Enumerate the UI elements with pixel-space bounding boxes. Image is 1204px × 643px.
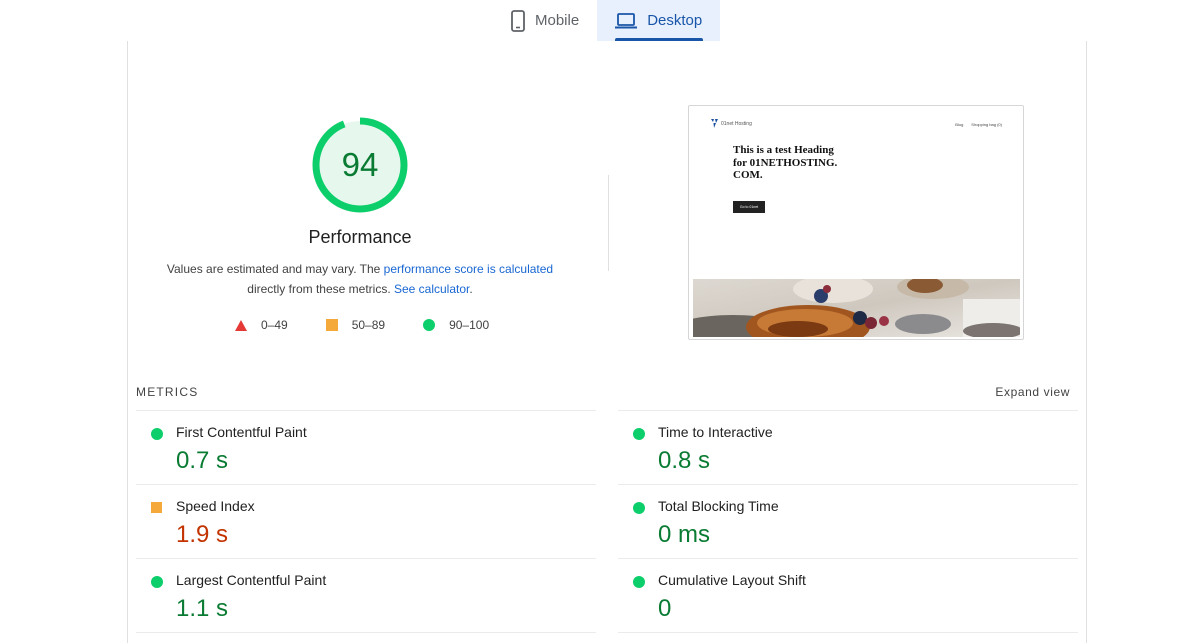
metric-name: Largest Contentful Paint [176, 572, 327, 588]
metric-name: Time to Interactive [658, 424, 773, 440]
report-panel: 94 Performance Values are estimated and … [127, 41, 1087, 643]
expand-view-toggle[interactable]: Expand view [995, 385, 1070, 399]
screenshot-logo-text: 01net Hosting [721, 120, 752, 127]
metric-speed-index[interactable]: Speed Index 1.9 s [136, 484, 596, 558]
final-screenshot[interactable]: 01net Hosting Blog Shopping bag (0) This… [688, 105, 1024, 340]
device-tabs: Mobile Desktop [501, 0, 721, 41]
tab-desktop[interactable]: Desktop [597, 0, 721, 41]
metric-value: 0.7 s [176, 447, 229, 474]
pass-circle-icon [151, 576, 163, 588]
desc-text: Values are estimated and may vary. The [166, 262, 384, 276]
see-calculator-link[interactable]: See calculator [394, 282, 469, 296]
metric-total-blocking-time[interactable]: Total Blocking Time 0 ms [618, 484, 1078, 558]
metrics-heading: METRICS [136, 385, 199, 399]
legend-fail-label: 0–49 [261, 318, 288, 332]
pass-circle-icon [633, 428, 645, 440]
screenshot-nav-blog: Blog [955, 122, 964, 127]
metrics-column-left: First Contentful Paint 0.7 s Speed Index… [136, 410, 596, 633]
tab-mobile-label: Mobile [535, 12, 580, 29]
pass-circle-icon [151, 428, 163, 440]
screenshot-heading: This is a test Heading for 01NETHOSTING.… [733, 144, 838, 181]
performance-gauge[interactable]: 94 [311, 116, 409, 214]
performance-title: Performance [308, 227, 412, 247]
metric-value: 0 ms [658, 521, 711, 548]
metric-largest-contentful-paint[interactable]: Largest Contentful Paint 1.1 s [136, 558, 596, 632]
desc-text-2: directly from these metrics. [247, 282, 394, 296]
site-logo-icon [711, 119, 718, 128]
pass-circle-icon [633, 502, 645, 514]
metric-value: 0 [658, 595, 672, 622]
tab-mobile[interactable]: Mobile [501, 0, 597, 41]
metric-value: 1.9 s [176, 521, 229, 548]
legend-fail: 0–49 [235, 318, 288, 332]
metric-name: Total Blocking Time [658, 498, 779, 514]
screenshot-nav: Blog Shopping bag (0) [947, 122, 1002, 127]
screenshot-nav-bag: Shopping bag (0) [971, 122, 1002, 127]
triangle-icon [235, 319, 247, 331]
metric-value: 0.8 s [658, 447, 711, 474]
screenshot-logo: 01net Hosting [711, 119, 752, 128]
metrics-divider [618, 632, 1078, 633]
screenshot-hero-image [693, 279, 1020, 337]
legend-pass: 90–100 [423, 318, 489, 332]
average-square-icon [151, 502, 162, 513]
metric-first-contentful-paint[interactable]: First Contentful Paint 0.7 s [136, 410, 596, 484]
metric-name: Cumulative Layout Shift [658, 572, 806, 588]
metrics-column-right: Time to Interactive 0.8 s Total Blocking… [618, 410, 1078, 633]
metric-cumulative-layout-shift[interactable]: Cumulative Layout Shift 0 [618, 558, 1078, 632]
performance-description: Values are estimated and may vary. The p… [148, 259, 572, 299]
metrics-divider [136, 632, 596, 633]
legend-average-label: 50–89 [351, 318, 386, 332]
square-icon [325, 319, 338, 331]
pass-circle-icon [633, 576, 645, 588]
legend-pass-label: 90–100 [449, 318, 490, 332]
phone-icon [511, 9, 525, 32]
performance-score-link[interactable]: performance score is calculated [384, 262, 553, 276]
metric-name: Speed Index [176, 498, 255, 514]
tab-desktop-label: Desktop [647, 12, 703, 29]
metric-name: First Contentful Paint [176, 424, 307, 440]
score-legend: 0–49 50–89 90–100 [235, 318, 489, 332]
laptop-icon [615, 12, 638, 29]
circle-icon [423, 319, 436, 331]
screenshot-button: Go to 01net [733, 201, 765, 213]
vertical-divider [608, 175, 609, 271]
metric-value: 1.1 s [176, 595, 229, 622]
desc-text-3: . [469, 282, 473, 296]
metric-time-to-interactive[interactable]: Time to Interactive 0.8 s [618, 410, 1078, 484]
performance-score: 94 [341, 146, 379, 183]
legend-average: 50–89 [325, 318, 386, 332]
